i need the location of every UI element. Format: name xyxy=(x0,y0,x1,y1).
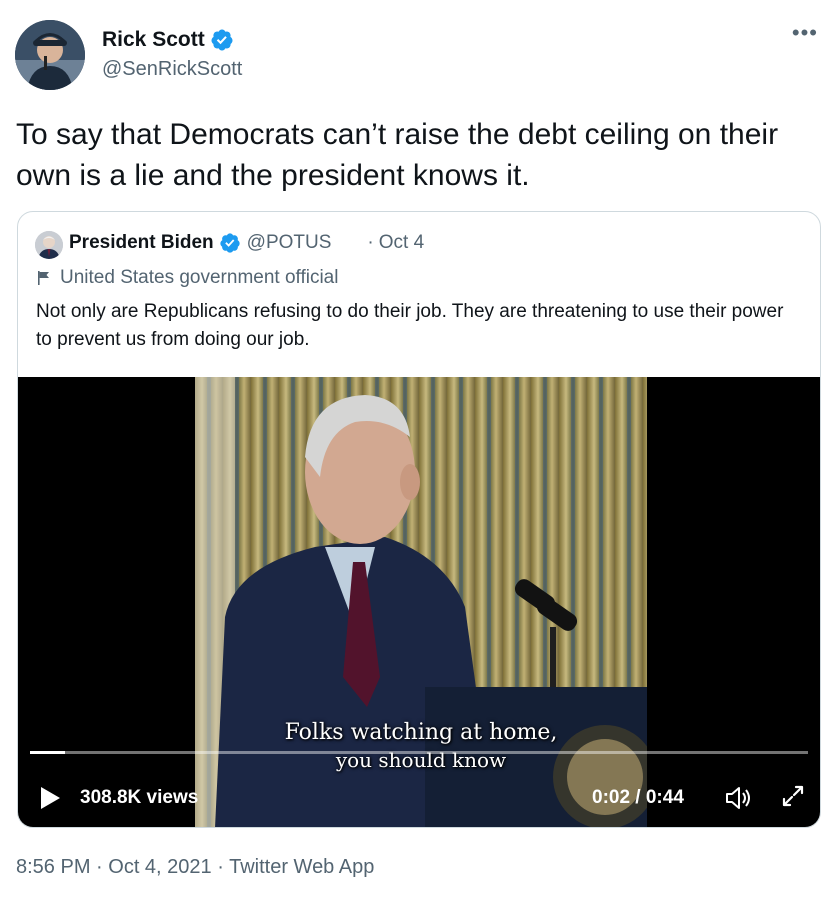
verified-badge-icon xyxy=(211,29,233,51)
progress-bar[interactable] xyxy=(30,751,808,754)
avatar-image xyxy=(15,20,85,90)
quoted-avatar-image xyxy=(35,231,63,259)
view-count: 308.8K views xyxy=(80,787,199,808)
volume-icon[interactable] xyxy=(723,783,753,813)
tweet-source-app[interactable]: Twitter Web App xyxy=(229,856,374,878)
quoted-text: Not only are Republicans refusing to do … xyxy=(36,301,784,350)
meta-separator: · xyxy=(211,856,230,878)
author-handle[interactable]: @SenRickScott xyxy=(102,58,242,81)
author-avatar[interactable] xyxy=(15,20,85,90)
tweet-meta: 8:56 PM · Oct 4, 2021 · Twitter Web App xyxy=(16,856,374,879)
fullscreen-icon[interactable] xyxy=(778,781,808,811)
government-label-text: United States government official xyxy=(60,267,339,288)
more-options-icon[interactable]: ••• xyxy=(792,22,818,44)
quoted-author-name[interactable]: President Biden xyxy=(69,232,214,254)
quoted-tweet[interactable]: President Biden @POTUS · Oct 4 United St… xyxy=(17,211,821,828)
flag-icon xyxy=(38,271,49,285)
video-player[interactable]: Folks watching at home, you should know … xyxy=(18,377,820,827)
meta-separator: · xyxy=(90,856,109,878)
play-icon[interactable] xyxy=(38,785,62,811)
date-separator: · xyxy=(367,232,374,253)
playback-time: 0:02 / 0:44 xyxy=(592,787,684,808)
verified-badge-icon xyxy=(220,233,240,253)
government-label[interactable]: United States government official xyxy=(36,267,338,289)
quoted-date[interactable]: Oct 4 xyxy=(379,232,424,254)
author-name-row: Rick Scott xyxy=(102,28,234,52)
video-frame: Folks watching at home, you should know xyxy=(195,377,647,827)
caption-line-1: Folks watching at home, xyxy=(284,720,558,745)
quoted-header: President Biden @POTUS · Oct 4 xyxy=(69,232,424,254)
quoted-author-avatar[interactable] xyxy=(35,231,63,259)
progress-fill xyxy=(30,751,65,754)
author-name[interactable]: Rick Scott xyxy=(102,28,205,52)
quoted-author-handle[interactable]: @POTUS xyxy=(247,232,332,254)
tweet-text: To say that Democrats can’t raise the de… xyxy=(16,118,779,192)
tweet-time[interactable]: 8:56 PM xyxy=(16,856,90,878)
tweet-date[interactable]: Oct 4, 2021 xyxy=(108,856,211,878)
